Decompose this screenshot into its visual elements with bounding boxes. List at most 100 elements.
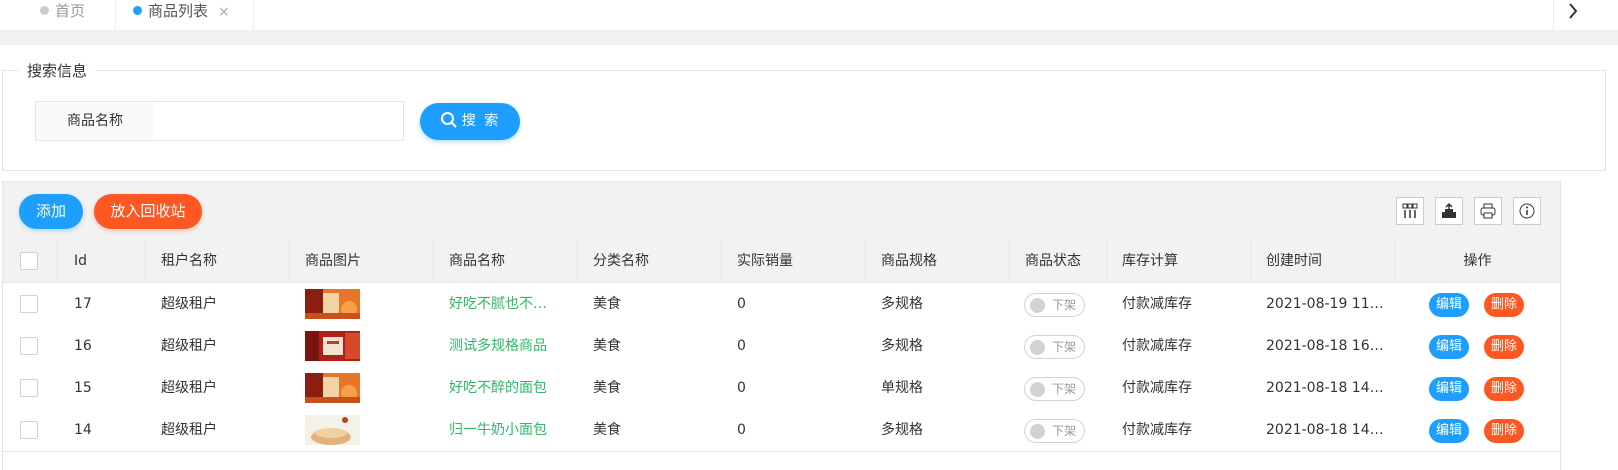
cell-id: 17 (74, 296, 92, 312)
chevron-right-icon (1569, 3, 1578, 19)
add-button[interactable]: 添加 (19, 194, 83, 229)
cell-sales: 0 (737, 296, 746, 312)
cell-spec: 多规格 (881, 296, 923, 312)
tab-product-list[interactable]: 商品列表 × (117, 0, 254, 30)
table-toolbar: 添加 放入回收站 (3, 182, 1560, 241)
column-divider (145, 240, 146, 282)
status-toggle[interactable]: 下架 (1024, 293, 1085, 317)
cell-tenant: 超级租户 (161, 338, 217, 354)
search-legend: 搜索信息 (27, 62, 88, 80)
header-actions: 操作 (1463, 253, 1492, 269)
select-all-checkbox[interactable] (20, 252, 38, 270)
product-thumbnail[interactable] (305, 415, 360, 445)
cell-product-name[interactable]: 好吃不醉的面包 (449, 367, 569, 409)
delete-button[interactable]: 删除 (1484, 293, 1524, 317)
delete-button[interactable]: 删除 (1484, 419, 1524, 443)
cell-category: 美食 (593, 380, 621, 396)
cell-product-name[interactable]: 好吃不腻也不… (449, 283, 569, 325)
cell-spec: 多规格 (881, 422, 923, 438)
toggle-knob (1030, 298, 1045, 313)
toggle-knob (1030, 382, 1045, 397)
status-text: 下架 (1052, 424, 1077, 438)
cell-product-name[interactable]: 测试多规格商品 (449, 325, 569, 367)
table-row[interactable]: 15 超级租户 好吃不醉的面包 美食 0 单规格 下架 付款减库存 2021-0… (3, 367, 1560, 410)
search-button[interactable]: 搜 索 (420, 103, 520, 140)
header-category[interactable]: 分类名称 (593, 240, 713, 282)
columns-icon (1402, 203, 1418, 218)
cell-created: 2021-08-18 14… (1266, 422, 1384, 438)
row-checkbox[interactable] (20, 421, 38, 439)
edit-button[interactable]: 编辑 (1429, 293, 1469, 317)
cell-spec: 单规格 (881, 380, 923, 396)
print-button[interactable] (1474, 197, 1502, 225)
table-row[interactable]: 16 超级租户 测试多规格商品 美食 0 多规格 下架 付款减库存 2021-0… (3, 325, 1560, 368)
header-image[interactable]: 商品图片 (305, 240, 425, 282)
move-to-recycle-bin-button[interactable]: 放入回收站 (94, 194, 202, 229)
cell-sales: 0 (737, 422, 746, 438)
delete-button[interactable]: 删除 (1484, 335, 1524, 359)
bread-image (305, 289, 360, 319)
status-toggle[interactable]: 下架 (1024, 377, 1085, 401)
header-product-name[interactable]: 商品名称 (449, 240, 569, 282)
info-icon (1519, 203, 1535, 219)
tab-home[interactable]: 首页 (20, 0, 116, 30)
toggle-knob (1030, 424, 1045, 439)
cell-stock: 付款减库存 (1122, 338, 1192, 354)
column-divider (721, 240, 722, 282)
status-text: 下架 (1052, 298, 1077, 312)
product-name-label: 商品名称 (35, 101, 155, 141)
header-status[interactable]: 商品状态 (1025, 240, 1105, 282)
content-divider (0, 31, 1618, 45)
cell-tenant: 超级租户 (161, 380, 217, 396)
info-button[interactable] (1513, 197, 1541, 225)
header-tenant[interactable]: 租户名称 (161, 240, 281, 282)
search-icon (440, 112, 457, 128)
cell-stock: 付款减库存 (1122, 422, 1192, 438)
edit-button[interactable]: 编辑 (1429, 419, 1469, 443)
close-icon[interactable]: × (218, 4, 230, 20)
edit-button[interactable]: 编辑 (1429, 377, 1469, 401)
cell-product-name[interactable]: 归一牛奶小面包 (449, 409, 569, 451)
product-table: 添加 放入回收站 Id 租户名称 商品图片 商品名称 分类名称 实际销量 商品规… (2, 181, 1561, 470)
column-divider (577, 240, 578, 282)
export-button[interactable] (1435, 197, 1463, 225)
box-image (305, 331, 360, 361)
tab-dot-icon (40, 6, 49, 15)
edit-button[interactable]: 编辑 (1429, 335, 1469, 359)
column-divider (1009, 240, 1010, 282)
status-text: 下架 (1052, 340, 1077, 354)
column-divider (1250, 240, 1251, 282)
header-stock[interactable]: 库存计算 (1122, 240, 1242, 282)
header-created[interactable]: 创建时间 (1266, 240, 1386, 282)
table-row[interactable]: 17 超级租户 好吃不腻也不… 美食 0 多规格 下架 付款减库存 2021-0… (3, 283, 1560, 326)
status-toggle[interactable]: 下架 (1024, 419, 1085, 443)
product-thumbnail[interactable] (305, 373, 360, 403)
status-toggle[interactable]: 下架 (1024, 335, 1085, 359)
columns-button[interactable] (1396, 197, 1424, 225)
cell-sales: 0 (737, 338, 746, 354)
toggle-knob (1030, 340, 1045, 355)
column-divider (865, 240, 866, 282)
header-sales[interactable]: 实际销量 (737, 240, 857, 282)
row-checkbox[interactable] (20, 295, 38, 313)
product-thumbnail[interactable] (305, 331, 360, 361)
row-checkbox[interactable] (20, 337, 38, 355)
delete-button[interactable]: 删除 (1484, 377, 1524, 401)
column-divider (289, 240, 290, 282)
cell-created: 2021-08-18 14… (1266, 380, 1384, 396)
cell-stock: 付款减库存 (1122, 380, 1192, 396)
tab-label: 首页 (55, 2, 86, 20)
cell-sales: 0 (737, 380, 746, 396)
cell-stock: 付款减库存 (1122, 296, 1192, 312)
row-checkbox[interactable] (20, 379, 38, 397)
header-id[interactable]: Id (74, 240, 134, 282)
header-spec[interactable]: 商品规格 (881, 240, 1001, 282)
table-row[interactable]: 14 超级租户 归一牛奶小面包 美食 0 多规格 下架 付款减库存 2021-0… (3, 409, 1560, 452)
search-button-label: 搜 索 (461, 113, 501, 129)
status-text: 下架 (1052, 382, 1077, 396)
product-thumbnail[interactable] (305, 289, 360, 319)
column-divider (433, 240, 434, 282)
product-name-input[interactable] (154, 101, 404, 141)
tab-dot-icon (133, 6, 142, 15)
tab-scroll-right-button[interactable] (1553, 0, 1592, 30)
